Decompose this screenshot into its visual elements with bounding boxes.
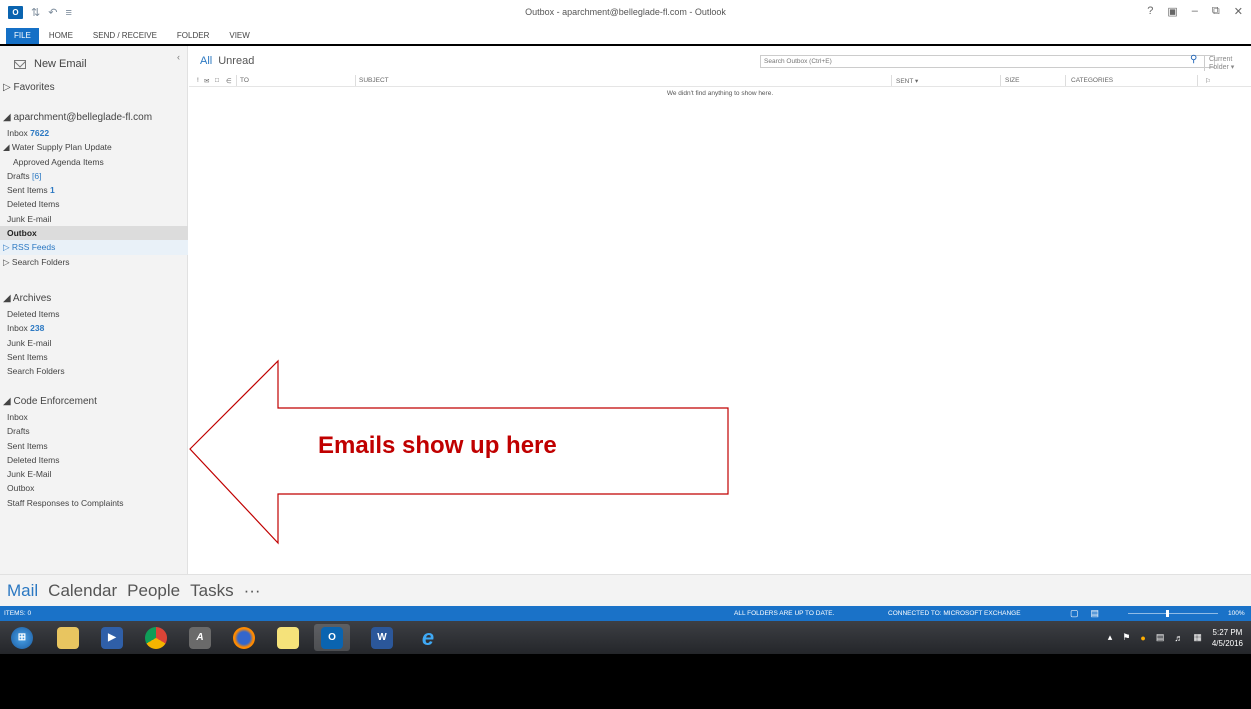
- action-center-flag-icon[interactable]: ⚑: [1122, 632, 1130, 643]
- notification-icon[interactable]: ●: [1140, 633, 1145, 643]
- autocad-icon: A: [189, 626, 211, 649]
- windows-logo-icon: ⊞: [11, 626, 33, 649]
- keyboard-icon[interactable]: ▦: [1193, 632, 1202, 643]
- connection-status[interactable]: CONNECTED TO: MICROSOFT EXCHANGE: [888, 610, 1021, 617]
- view-buttons: ▢ ▤: [1070, 608, 1099, 619]
- volume-icon[interactable]: ♬: [1174, 633, 1183, 643]
- clock-date: 4/5/2016: [1211, 638, 1243, 648]
- windows-taskbar: ⊞ ▶ A O W e ▴ ⚑ ● ▤ ♬ ▦ 5:27 PM 4/5/2016: [0, 621, 1251, 654]
- network-icon[interactable]: ▤: [1156, 632, 1165, 643]
- zoom-slider[interactable]: [1128, 613, 1218, 614]
- folder-icon: [57, 626, 79, 649]
- word-icon: W: [371, 626, 393, 649]
- taskbar-autocad[interactable]: A: [182, 624, 218, 651]
- start-button[interactable]: ⊞: [4, 624, 40, 651]
- module-navigation: Mail Calendar People Tasks ···: [0, 574, 1251, 606]
- taskbar-sticky-notes[interactable]: [270, 624, 306, 651]
- taskbar-chrome[interactable]: [138, 624, 174, 651]
- system-tray: ▴ ⚑ ● ▤ ♬ ▦ 5:27 PM 4/5/2016: [1108, 621, 1251, 654]
- reading-view-icon[interactable]: ▤: [1091, 608, 1100, 619]
- zoom-level[interactable]: 100%: [1228, 610, 1245, 617]
- item-count: ITEMS: 0: [4, 610, 32, 617]
- status-bar: ITEMS: 0 ALL FOLDERS ARE UP TO DATE. CON…: [0, 606, 1251, 621]
- sticky-notes-icon: [277, 626, 299, 649]
- taskbar-media-player[interactable]: ▶: [94, 624, 130, 651]
- screen-bottom-bezel: [0, 654, 1251, 709]
- more-options-icon[interactable]: ···: [244, 581, 261, 601]
- annotation-text: Emails show up here: [318, 432, 557, 459]
- outlook-icon: O: [321, 626, 343, 649]
- chrome-icon: [145, 626, 167, 649]
- zoom-slider-thumb[interactable]: [1166, 610, 1169, 617]
- taskbar-file-explorer[interactable]: [50, 624, 86, 651]
- internet-explorer-icon: e: [421, 624, 435, 650]
- taskbar-outlook[interactable]: O: [314, 624, 350, 651]
- taskbar-word[interactable]: W: [364, 624, 400, 651]
- nav-tasks[interactable]: Tasks: [190, 581, 233, 601]
- firefox-icon: [233, 626, 255, 649]
- sync-status: ALL FOLDERS ARE UP TO DATE.: [734, 610, 835, 617]
- media-player-icon: ▶: [101, 626, 123, 649]
- nav-calendar[interactable]: Calendar: [48, 581, 117, 601]
- nav-people[interactable]: People: [127, 581, 180, 601]
- clock-time: 5:27 PM: [1212, 627, 1243, 637]
- show-hidden-icons-icon[interactable]: ▴: [1108, 632, 1113, 643]
- normal-view-icon[interactable]: ▢: [1070, 608, 1079, 619]
- taskbar-firefox[interactable]: [226, 624, 262, 651]
- nav-mail[interactable]: Mail: [7, 581, 38, 601]
- taskbar-internet-explorer[interactable]: e: [410, 624, 446, 651]
- clock[interactable]: 5:27 PM 4/5/2016: [1212, 627, 1243, 649]
